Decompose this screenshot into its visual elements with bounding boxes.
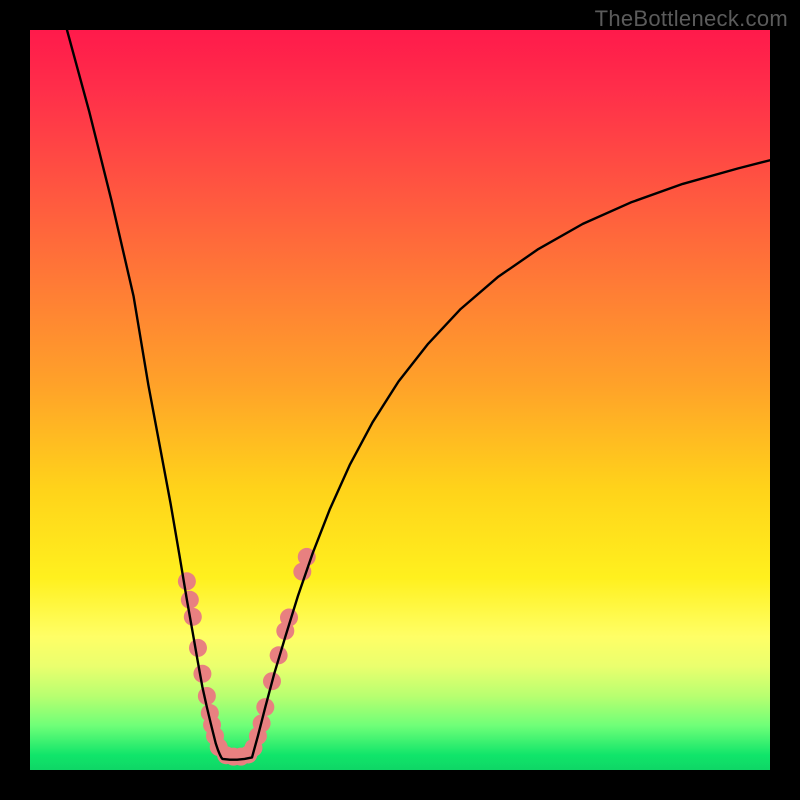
data-marker: [189, 639, 207, 657]
chart-svg: [30, 30, 770, 770]
data-marker: [178, 572, 196, 590]
data-marker: [193, 665, 211, 683]
marker-layer: [178, 548, 316, 766]
data-marker: [184, 608, 202, 626]
bottleneck-curve: [67, 30, 770, 760]
plot-area: [30, 30, 770, 770]
data-marker: [181, 591, 199, 609]
watermark-text: TheBottleneck.com: [595, 6, 788, 32]
outer-frame: TheBottleneck.com: [0, 0, 800, 800]
